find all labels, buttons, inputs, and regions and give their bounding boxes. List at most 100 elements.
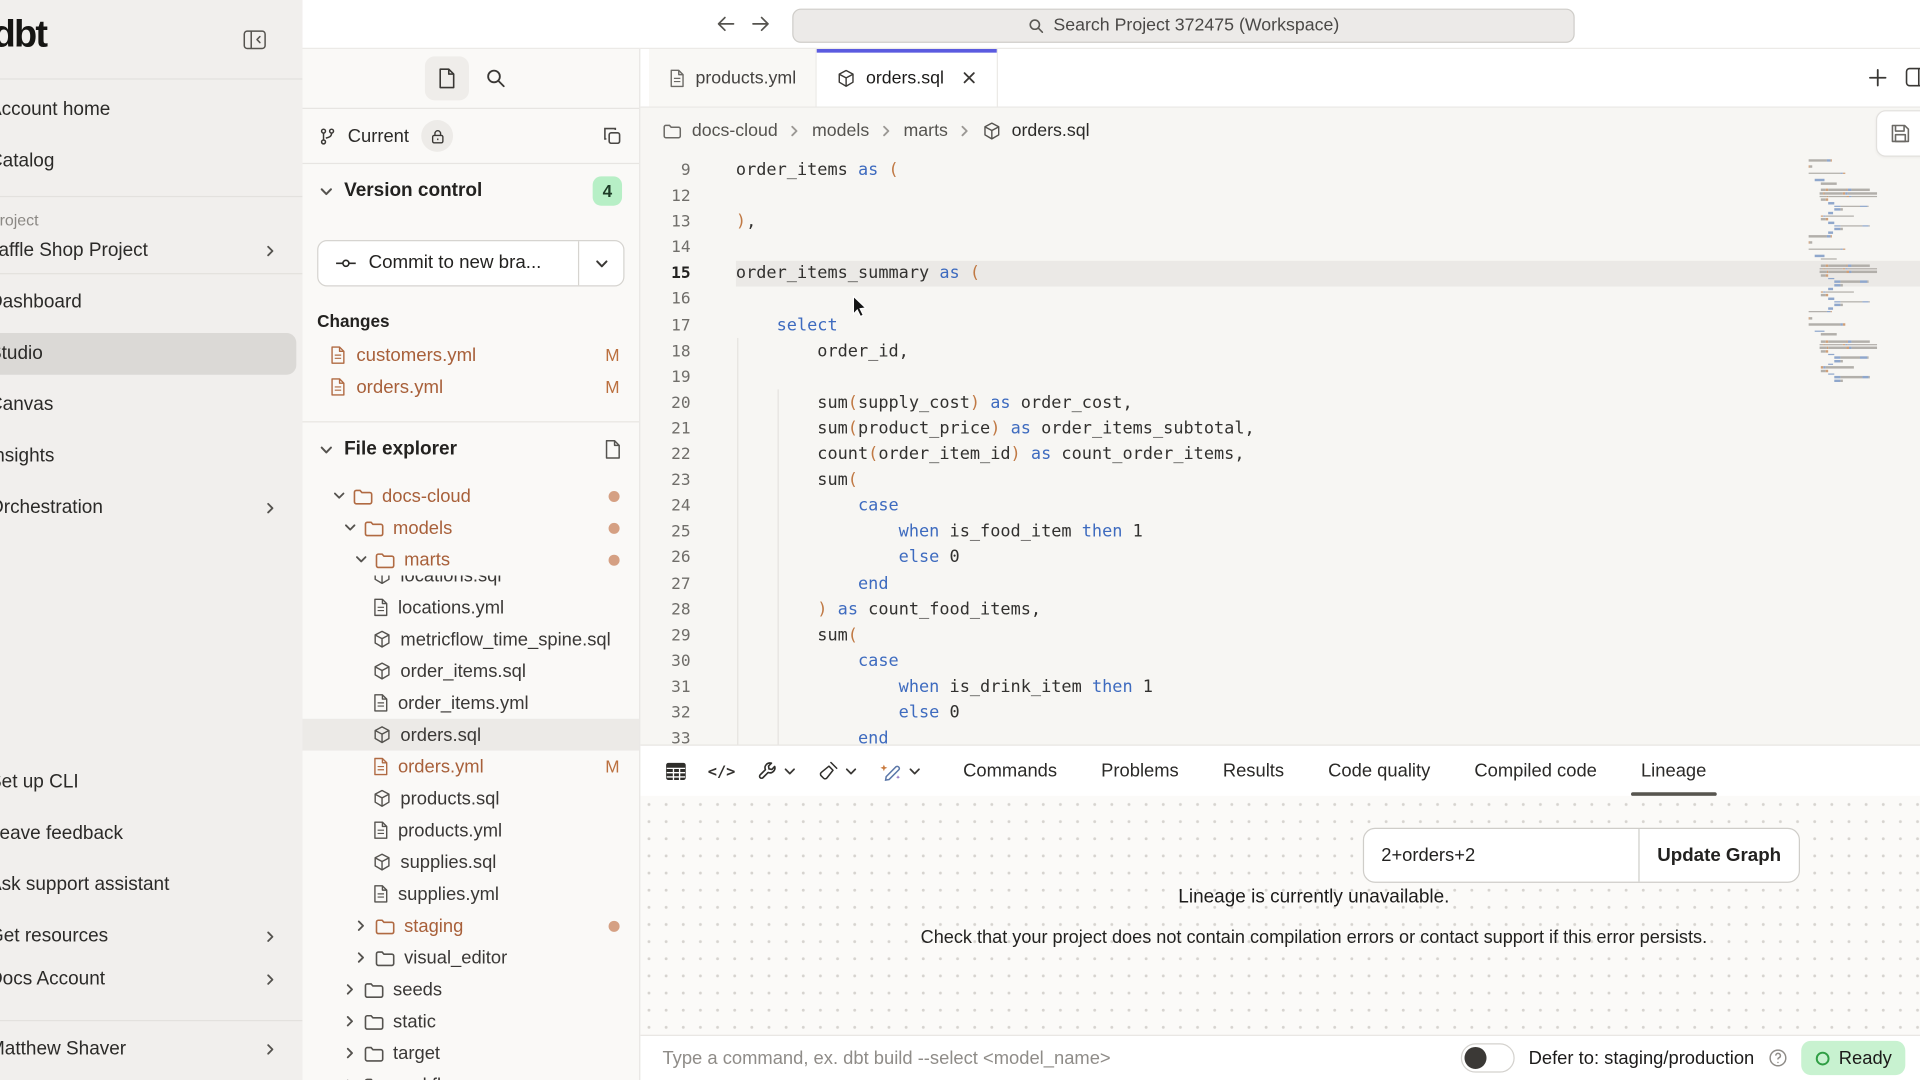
tree-item-locations-yml[interactable]: locations.yml xyxy=(302,591,639,623)
defer-toggle[interactable] xyxy=(1461,1043,1515,1072)
sidebar-item-get-resources[interactable]: Get resources xyxy=(0,916,302,958)
code-line-15[interactable]: 15order_items_summary as ( xyxy=(640,261,1920,287)
sidebar-item-canvas[interactable]: Canvas xyxy=(0,384,302,426)
sidebar-item-orchestration[interactable]: Orchestration xyxy=(0,487,302,529)
build-tools-button[interactable] xyxy=(756,760,796,781)
tree-item-staging[interactable]: staging xyxy=(302,910,639,942)
code-line-28[interactable]: 28 ) as count_food_items, xyxy=(640,597,1920,623)
help-icon[interactable] xyxy=(1768,1048,1788,1068)
copy-icon[interactable] xyxy=(602,126,622,146)
code-line-9[interactable]: 9order_items as ( xyxy=(640,158,1920,184)
forward-arrow-icon[interactable] xyxy=(751,15,773,33)
command-input[interactable]: Type a command, ex. dbt build --select <… xyxy=(662,1048,1110,1069)
tree-item-order-items-yml[interactable]: order_items.yml xyxy=(302,687,639,719)
code-line-21[interactable]: 21 sum(product_price) as order_items_sub… xyxy=(640,416,1920,442)
code-line-20[interactable]: 20 sum(supply_cost) as order_cost, xyxy=(640,390,1920,416)
tree-item-products-yml[interactable]: products.yml xyxy=(302,814,639,846)
format-button[interactable] xyxy=(817,760,857,781)
tree-item-seeds[interactable]: seeds xyxy=(302,973,639,1005)
sidebar-item-dashboard[interactable]: Dashboard xyxy=(0,282,302,324)
panel-tab-compiled-code[interactable]: Compiled code xyxy=(1472,746,1599,796)
tree-item-locations-sql[interactable]: locations.sql xyxy=(302,576,639,592)
code-line-26[interactable]: 26 else 0 xyxy=(640,545,1920,571)
tree-item-supplies-sql[interactable]: supplies.sql xyxy=(302,846,639,878)
divider xyxy=(0,196,302,197)
code-line-27[interactable]: 27 end xyxy=(640,571,1920,597)
panel-tab-commands[interactable]: Commands xyxy=(961,746,1060,796)
file-explorer-header[interactable]: File explorer xyxy=(302,422,639,476)
create-file-icon[interactable] xyxy=(604,439,622,460)
code-line-13[interactable]: 13), xyxy=(640,210,1920,236)
project-search-input[interactable]: Search Project 372475 (Workspace) xyxy=(792,9,1574,43)
tree-item-marts[interactable]: marts xyxy=(302,544,639,576)
tree-item-models[interactable]: models xyxy=(302,512,639,544)
split-panel-icon[interactable] xyxy=(1905,67,1920,87)
panel-tab-code-quality[interactable]: Code quality xyxy=(1326,746,1433,796)
ai-fix-button[interactable] xyxy=(879,760,922,781)
tree-item-static[interactable]: static xyxy=(302,1005,639,1037)
breadcrumb-segment[interactable]: models xyxy=(812,121,869,141)
code-editor[interactable]: 9order_items as (1213),1415order_items_s… xyxy=(640,158,1920,745)
tree-item-docs-cloud[interactable]: docs-cloud xyxy=(302,480,639,512)
sidebar-item-set-up-cli[interactable]: Set up CLI xyxy=(0,762,302,804)
code-line-32[interactable]: 32 else 0 xyxy=(640,700,1920,726)
version-control-header[interactable]: Version control 4 xyxy=(302,164,639,218)
code-line-17[interactable]: 17 select xyxy=(640,313,1920,339)
changed-file-orders-yml[interactable]: orders.ymlM xyxy=(302,371,639,403)
new-file-button[interactable] xyxy=(425,56,469,100)
tab-products-yml[interactable]: products.yml xyxy=(649,49,817,107)
new-tab-icon[interactable] xyxy=(1867,67,1888,88)
tab-orders-sql[interactable]: orders.sql xyxy=(817,49,998,107)
code-preview-icon[interactable]: </> xyxy=(708,762,736,780)
panel-tab-lineage[interactable]: Lineage xyxy=(1639,746,1709,796)
sidebar-item-ask-support-assistant[interactable]: Ask support assistant xyxy=(0,864,302,906)
commit-dropdown-button[interactable] xyxy=(578,241,623,285)
code-line-23[interactable]: 23 sum( xyxy=(640,468,1920,494)
code-line-19[interactable]: 19 xyxy=(640,365,1920,391)
back-arrow-icon[interactable] xyxy=(714,15,736,33)
code-line-29[interactable]: 29 sum( xyxy=(640,623,1920,649)
sidebar-item-catalog[interactable]: Catalog xyxy=(0,141,302,183)
sidebar-item-docs-account[interactable]: Docs Account xyxy=(0,959,302,1001)
lineage-selector-input[interactable]: 2+orders+2 xyxy=(1364,829,1640,882)
preview-table-icon[interactable] xyxy=(665,761,687,781)
code-line-31[interactable]: 31 when is_drink_item then 1 xyxy=(640,675,1920,701)
update-graph-button[interactable]: Update Graph xyxy=(1640,829,1799,882)
code-line-14[interactable]: 14 xyxy=(640,235,1920,261)
panel-tab-results[interactable]: Results xyxy=(1220,746,1286,796)
code-line-25[interactable]: 25 when is_food_item then 1 xyxy=(640,520,1920,546)
sidebar-item-user[interactable]: Matthew Shaver xyxy=(0,1029,302,1071)
code-line-22[interactable]: 22 count(order_item_id) as count_order_i… xyxy=(640,442,1920,468)
breadcrumb-segment[interactable]: docs-cloud xyxy=(692,121,778,141)
sidebar-item-insights[interactable]: Insights xyxy=(0,436,302,478)
changed-file-customers-yml[interactable]: customers.ymlM xyxy=(302,339,639,371)
status-badge[interactable]: Ready xyxy=(1801,1041,1906,1075)
sidebar-item-account-home[interactable]: Account home xyxy=(0,89,302,131)
tree-item-metricflow-time-spine-sql[interactable]: metricflow_time_spine.sql xyxy=(302,623,639,655)
code-line-16[interactable]: 16 xyxy=(640,287,1920,313)
code-line-30[interactable]: 30 case xyxy=(640,649,1920,675)
code-minimap[interactable] xyxy=(1809,159,1878,382)
tree-item-order-items-sql[interactable]: order_items.sql xyxy=(302,655,639,687)
code-line-33[interactable]: 33 end xyxy=(640,726,1920,744)
sidebar-item-leave-feedback[interactable]: Leave feedback xyxy=(0,813,302,855)
code-line-18[interactable]: 18 order_id, xyxy=(640,339,1920,365)
tree-item-orders-sql[interactable]: orders.sql xyxy=(302,719,639,751)
tree-item-products-sql[interactable]: products.sql xyxy=(302,782,639,814)
save-button[interactable] xyxy=(1876,110,1920,157)
code-line-24[interactable]: 24 case xyxy=(640,494,1920,520)
tree-item-orders-yml[interactable]: orders.ymlM xyxy=(302,751,639,783)
close-icon[interactable] xyxy=(961,70,977,86)
panel-tab-problems[interactable]: Problems xyxy=(1099,746,1181,796)
tree-item-supplies-yml[interactable]: supplies.yml xyxy=(302,878,639,910)
tree-item-workflows[interactable]: workflows xyxy=(302,1069,639,1080)
code-line-12[interactable]: 12 xyxy=(640,184,1920,210)
tree-item-target[interactable]: target xyxy=(302,1037,639,1069)
breadcrumb-segment[interactable]: marts xyxy=(904,121,948,141)
file-search-button[interactable] xyxy=(485,67,506,88)
sidebar-item-project[interactable]: Jaffle Shop Project xyxy=(0,230,302,272)
commit-button[interactable]: Commit to new bra... xyxy=(317,240,624,287)
sidebar-collapse-icon[interactable] xyxy=(242,29,266,50)
tree-item-visual-editor[interactable]: visual_editor xyxy=(302,942,639,974)
sidebar-item-studio[interactable]: Studio xyxy=(0,333,296,375)
